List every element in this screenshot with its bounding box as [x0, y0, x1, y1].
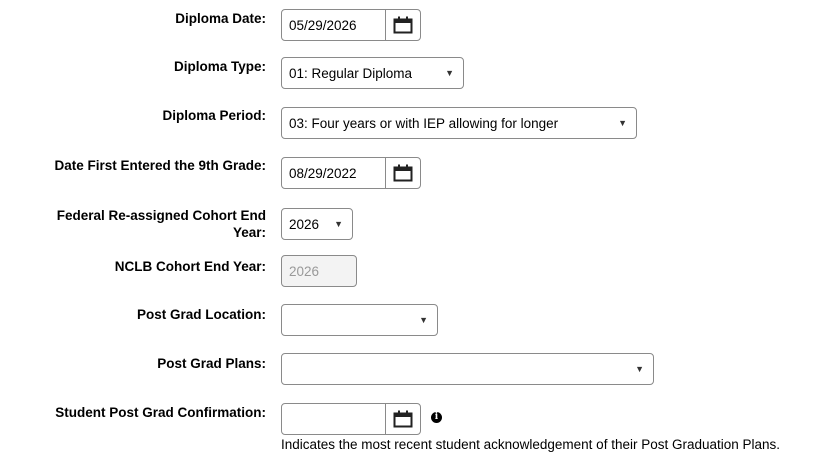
date-first-9th-input[interactable]: 08/29/2022 — [282, 158, 386, 188]
post-grad-plans-select[interactable]: ▼ — [281, 353, 654, 385]
diploma-type-select[interactable]: 01: Regular Diploma ▼ — [281, 57, 464, 89]
federal-cohort-value: 2026 — [289, 216, 320, 232]
info-icon[interactable]: i — [431, 412, 442, 423]
student-confirmation-input[interactable] — [282, 404, 386, 434]
student-confirmation-field — [281, 403, 421, 435]
chevron-down-icon: ▼ — [334, 219, 343, 229]
post-grad-location-select[interactable]: ▼ — [281, 304, 438, 336]
calendar-icon[interactable] — [386, 158, 420, 188]
student-confirmation-label: Student Post Grad Confirmation: — [55, 405, 266, 420]
date-first-9th-label: Date First Entered the 9th Grade: — [54, 158, 266, 173]
date-first-9th-field: 08/29/2022 — [281, 157, 421, 189]
calendar-icon[interactable] — [386, 404, 420, 434]
diploma-type-value: 01: Regular Diploma — [289, 65, 413, 81]
nclb-cohort-label: NCLB Cohort End Year: — [114, 259, 266, 274]
chevron-down-icon: ▼ — [635, 364, 644, 374]
diploma-period-select[interactable]: 03: Four years or with IEP allowing for … — [281, 107, 637, 139]
diploma-period-label: Diploma Period: — [162, 108, 266, 123]
diploma-date-input[interactable]: 05/29/2026 — [282, 10, 386, 40]
diploma-date-label: Diploma Date: — [175, 11, 266, 26]
calendar-icon[interactable] — [386, 10, 420, 40]
federal-cohort-label-line1: Federal Re-assigned Cohort End — [56, 208, 266, 223]
chevron-down-icon: ▼ — [445, 68, 454, 78]
nclb-cohort-input: 2026 — [281, 255, 357, 287]
federal-cohort-label-line2: Year: — [232, 225, 266, 240]
diploma-type-label: Diploma Type: — [173, 59, 266, 74]
federal-cohort-select[interactable]: 2026 ▼ — [281, 208, 353, 240]
diploma-date-field: 05/29/2026 — [281, 9, 421, 41]
post-grad-location-label: Post Grad Location: — [136, 307, 266, 322]
diploma-period-value: 03: Four years or with IEP allowing for … — [289, 115, 559, 131]
post-grad-plans-label: Post Grad Plans: — [157, 356, 266, 371]
chevron-down-icon: ▼ — [618, 118, 627, 128]
student-confirmation-help-text: Indicates the most recent student acknow… — [281, 437, 781, 452]
federal-cohort-label: Federal Re-assigned Cohort End Year: — [57, 207, 266, 241]
chevron-down-icon: ▼ — [419, 315, 428, 325]
